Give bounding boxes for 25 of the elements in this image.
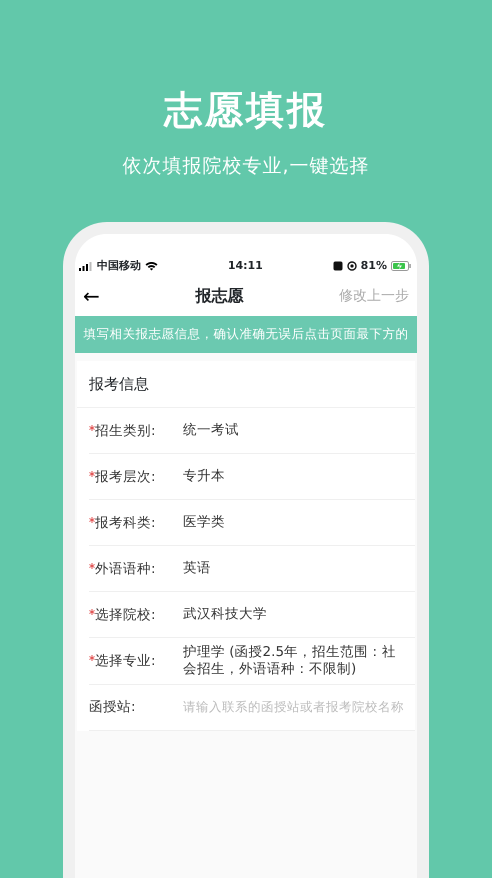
field-value: 统一考试 [183,421,239,440]
carrier-name: 中国移动 [97,258,141,274]
field-label: 函授站: [89,698,137,718]
field-label: 报考层次: [95,468,156,487]
battery-icon [390,261,411,272]
field-value: 英语 [183,559,211,578]
field-label: 选择专业: [95,652,156,672]
field-label: 招生类别: [95,422,156,441]
back-button[interactable]: ← [83,286,100,306]
page-title: 报志愿 [195,285,244,308]
notice-banner: 填写相关报志愿信息，确认准确无误后点击页面最下方的 [75,316,417,353]
field-label: 选择院校: [95,606,156,625]
subtitle: 依次填报院校专业,一键选择 [122,154,370,179]
field-value: 护理学 (函授2.5年，招生范围：社会招生，外语语种：不限制) [183,643,398,680]
section-title: 报考信息 [77,360,415,408]
field-value: 医学类 [183,513,225,532]
headline: 志愿填报 [164,88,328,134]
signal-icon [79,262,93,271]
field-value: 武汉科技大学 [183,605,267,624]
field-label: 报考科类: [95,514,156,533]
status-time: 14:11 [228,258,263,274]
field-label: 外语语种: [95,560,156,579]
wifi-icon [145,261,158,272]
field-value: 专升本 [183,467,225,486]
battery-percent: 81% [360,258,387,274]
